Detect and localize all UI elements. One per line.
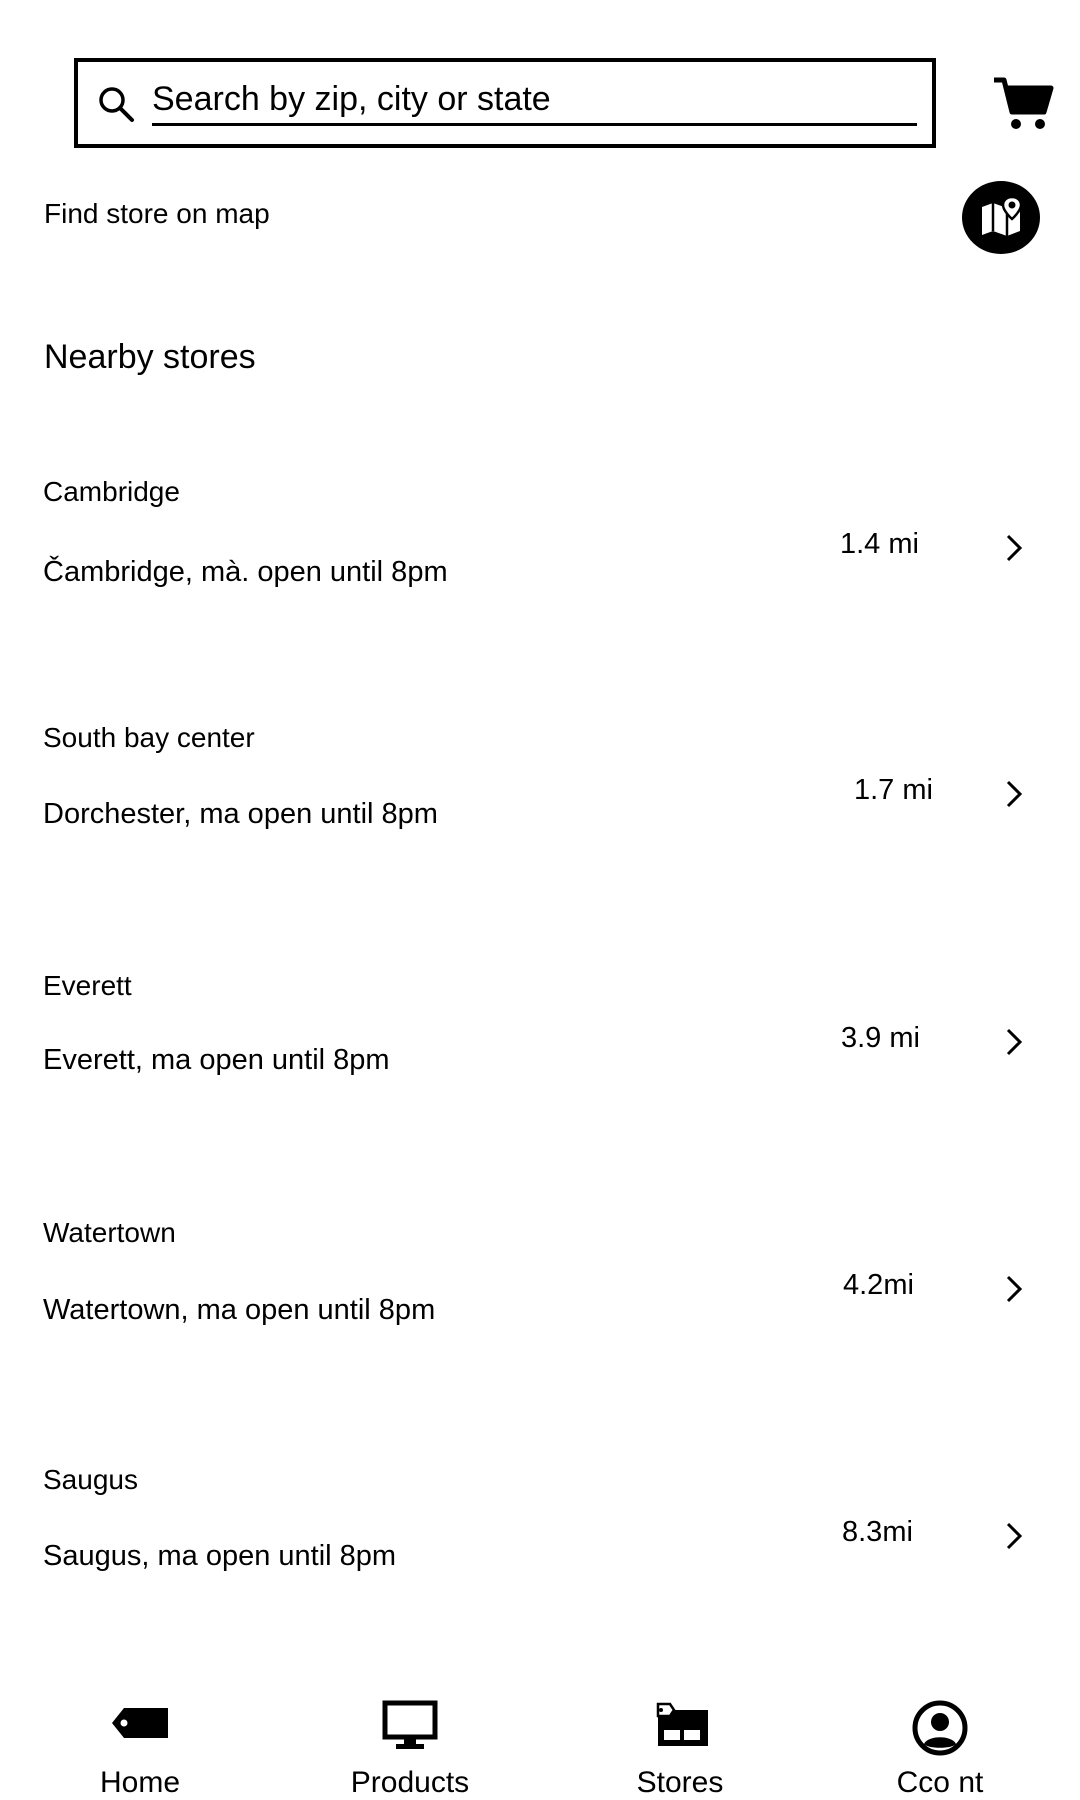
store-name: Everett: [43, 970, 132, 1001]
chevron-right-icon: [1006, 1522, 1023, 1550]
nav-item-stores[interactable]: Stores: [580, 1690, 780, 1800]
store-name: South bay center: [43, 722, 255, 753]
nav-item-account[interactable]: Cco nt: [840, 1690, 1040, 1800]
map-pin-icon: [982, 195, 1023, 236]
nav-label-products: Products: [350, 1766, 470, 1799]
search-bar: [74, 58, 936, 148]
nav-item-products[interactable]: Products: [310, 1690, 510, 1800]
map-button[interactable]: [962, 181, 1040, 254]
store-list-item[interactable]: Watertown Watertown, ma open until 8pm 4…: [0, 1217, 1080, 1417]
nav-label-stores: Stores: [636, 1766, 724, 1799]
store-distance: 4.2mi: [843, 1269, 914, 1301]
search-input[interactable]: [152, 80, 917, 126]
chevron-right-icon: [1006, 780, 1023, 808]
nav-item-home[interactable]: Home: [40, 1690, 240, 1800]
store-name: Cambridge: [43, 476, 180, 507]
chevron-right-icon: [1006, 534, 1023, 562]
store-list-item[interactable]: Everett Everett, ma open until 8pm 3.9 m…: [0, 970, 1080, 1170]
store-distance: 1.4 mi: [840, 528, 919, 560]
store-list-item[interactable]: Cambridge Čambridge, mà. open until 8pm …: [0, 476, 1080, 676]
store-icon: [656, 1702, 708, 1746]
store-distance: 1.7 mi: [854, 774, 933, 806]
chevron-right-icon: [1006, 1275, 1023, 1303]
store-name: Watertown: [43, 1217, 176, 1248]
nearby-stores-title: Nearby stores: [44, 338, 256, 376]
monitor-icon: [382, 1700, 438, 1749]
tag-icon: [112, 1708, 168, 1738]
search-icon: [99, 87, 134, 122]
store-address: Everett, ma open until 8pm: [43, 1044, 390, 1076]
store-address: Čambridge, mà. open until 8pm: [43, 556, 448, 588]
cart-icon[interactable]: [992, 74, 1054, 132]
store-address: Dorchester, ma open until 8pm: [43, 798, 438, 830]
nav-label-home: Home: [99, 1766, 181, 1799]
store-locator-page: Find store on map Nearby stores Cambridg…: [0, 0, 1080, 1800]
bottom-navigation: Home Products Stores Cco nt: [0, 1690, 1080, 1800]
store-list-item[interactable]: Saugus Saugus, ma open until 8pm 8.3mi: [0, 1464, 1080, 1664]
find-store-on-map-link[interactable]: Find store on map: [44, 198, 270, 230]
store-distance: 3.9 mi: [841, 1022, 920, 1054]
nav-label-account: Cco nt: [896, 1766, 984, 1799]
store-address: Saugus, ma open until 8pm: [43, 1540, 397, 1572]
store-distance: 8.3mi: [842, 1516, 913, 1548]
store-list-item[interactable]: South bay center Dorchester, ma open unt…: [0, 722, 1080, 922]
account-icon: [912, 1700, 968, 1756]
store-address: Watertown, ma open until 8pm: [43, 1294, 436, 1326]
chevron-right-icon: [1006, 1028, 1023, 1056]
store-name: Saugus: [43, 1464, 138, 1495]
